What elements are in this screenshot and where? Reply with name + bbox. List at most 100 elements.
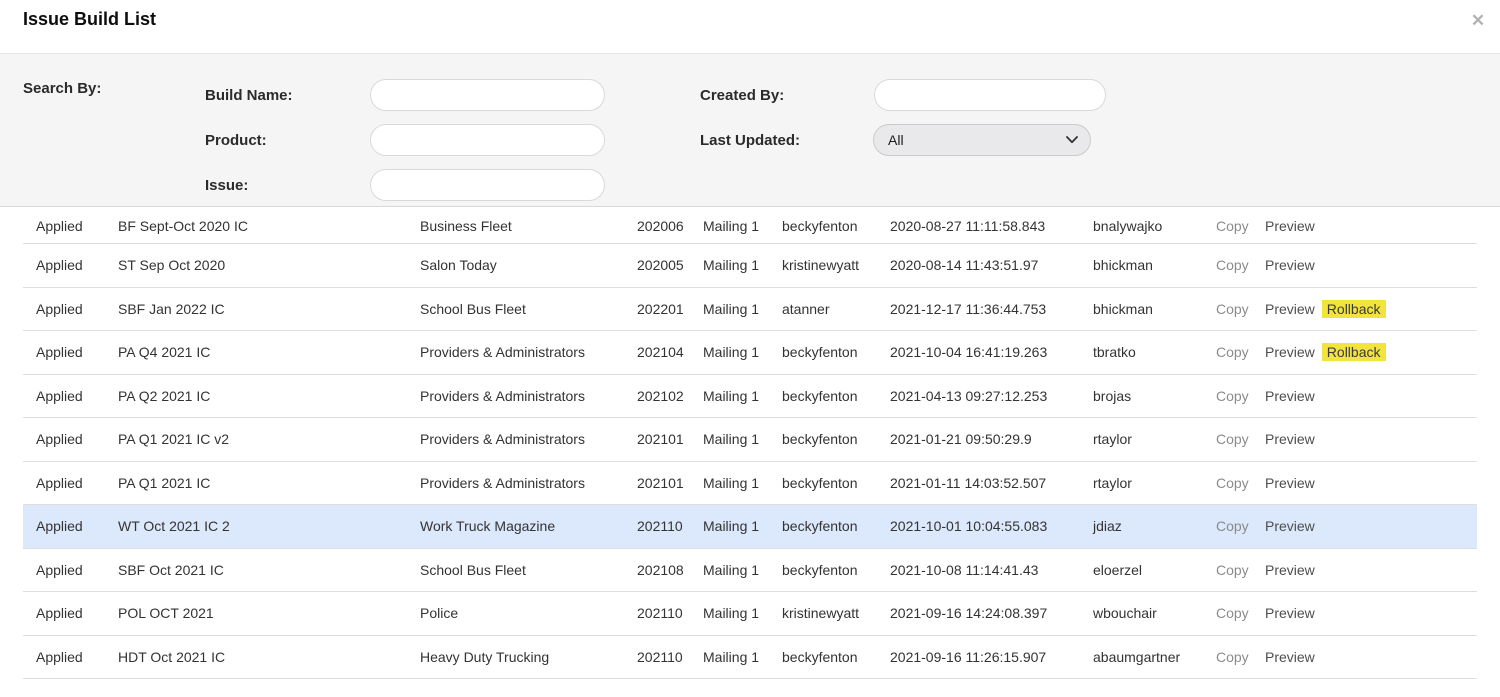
copy-link[interactable]: Copy (1216, 388, 1249, 404)
status-cell: Applied (36, 344, 83, 360)
preview-link[interactable]: Preview (1265, 562, 1315, 578)
preview-link[interactable]: Preview (1265, 301, 1315, 317)
close-icon[interactable]: ✕ (1466, 9, 1490, 33)
copy-link[interactable]: Copy (1216, 475, 1249, 491)
actions-cell: Preview (1265, 518, 1315, 534)
issue-input[interactable] (370, 169, 605, 201)
preview-link[interactable]: Preview (1265, 218, 1315, 234)
issue-cell: 202104 (637, 344, 684, 360)
build-name-cell: SBF Oct 2021 IC (118, 562, 224, 578)
status-cell: Applied (36, 475, 83, 491)
status-cell: Applied (36, 605, 83, 621)
copy-link[interactable]: Copy (1216, 344, 1249, 360)
table-row[interactable]: Applied SBF Oct 2021 IC School Bus Fleet… (23, 549, 1477, 593)
updated-by-cell: brojas (1093, 388, 1131, 404)
updated-by-cell: bhickman (1093, 301, 1153, 317)
copy-link[interactable]: Copy (1216, 431, 1249, 447)
mailing-cell: Mailing 1 (703, 218, 759, 234)
copy-link[interactable]: Copy (1216, 562, 1249, 578)
created-by-input[interactable] (874, 79, 1106, 111)
updated-by-cell: bhickman (1093, 257, 1153, 273)
table-row[interactable]: Applied PA Q1 2021 IC v2 Providers & Adm… (23, 418, 1477, 462)
table-row[interactable]: Applied PA Q2 2021 IC Providers & Admini… (23, 375, 1477, 419)
build-name-cell: PA Q4 2021 IC (118, 344, 210, 360)
product-cell: Providers & Administrators (420, 475, 585, 491)
issue-cell: 202110 (637, 605, 683, 621)
actions-cell: Preview (1265, 218, 1315, 234)
table-row[interactable]: Applied SBF Jan 2022 IC School Bus Fleet… (23, 288, 1477, 332)
preview-link[interactable]: Preview (1265, 475, 1315, 491)
table-row[interactable]: Applied WT Oct 2021 IC 2 Work Truck Maga… (23, 505, 1477, 549)
copy-link[interactable]: Copy (1216, 518, 1249, 534)
updated-by-cell: eloerzel (1093, 562, 1142, 578)
last-updated-cell: 2021-01-11 14:03:52.507 (890, 475, 1046, 491)
preview-link[interactable]: Preview (1265, 431, 1315, 447)
product-cell: Police (420, 605, 458, 621)
updated-by-cell: rtaylor (1093, 475, 1132, 491)
preview-link[interactable]: Preview (1265, 518, 1315, 534)
copy-link[interactable]: Copy (1216, 218, 1249, 234)
mailing-cell: Mailing 1 (703, 562, 759, 578)
table-row[interactable]: Applied PA Q4 2021 IC Providers & Admini… (23, 331, 1477, 375)
created-by-cell: kristinewyatt (782, 605, 859, 621)
product-cell: Providers & Administrators (420, 388, 585, 404)
status-cell: Applied (36, 431, 83, 447)
build-name-cell: PA Q1 2021 IC v2 (118, 431, 229, 447)
table-row[interactable]: Applied HDT Oct 2021 IC Heavy Duty Truck… (23, 636, 1477, 680)
product-cell: Providers & Administrators (420, 344, 585, 360)
build-table: Applied BF Sept-Oct 2020 IC Business Fle… (23, 208, 1477, 679)
last-updated-select[interactable]: All (873, 124, 1091, 156)
status-cell: Applied (36, 301, 83, 317)
product-cell: School Bus Fleet (420, 562, 526, 578)
table-row[interactable]: Applied POL OCT 2021 Police 202110 Maili… (23, 592, 1477, 636)
mailing-cell: Mailing 1 (703, 257, 759, 273)
issue-cell: 202101 (637, 475, 684, 491)
issue-cell: 202108 (637, 562, 684, 578)
copy-link[interactable]: Copy (1216, 301, 1249, 317)
rollback-link[interactable]: Rollback (1322, 343, 1386, 361)
issue-cell: 202005 (637, 257, 684, 273)
actions-cell: Preview (1265, 562, 1315, 578)
table-row[interactable]: Applied BF Sept-Oct 2020 IC Business Fle… (23, 208, 1477, 244)
mailing-cell: Mailing 1 (703, 344, 759, 360)
preview-link[interactable]: Preview (1265, 257, 1315, 273)
actions-cell: Preview (1265, 649, 1315, 665)
mailing-cell: Mailing 1 (703, 431, 759, 447)
issue-cell: 202101 (637, 431, 684, 447)
created-by-label: Created By: (700, 87, 784, 105)
last-updated-cell: 2021-09-16 14:24:08.397 (890, 605, 1047, 621)
status-cell: Applied (36, 218, 83, 234)
chevron-down-icon (1066, 136, 1078, 144)
created-by-cell: beckyfenton (782, 344, 858, 360)
preview-link[interactable]: Preview (1265, 605, 1315, 621)
created-by-cell: atanner (782, 301, 829, 317)
preview-link[interactable]: Preview (1265, 344, 1315, 360)
created-by-cell: beckyfenton (782, 562, 858, 578)
build-name-cell: ST Sep Oct 2020 (118, 257, 225, 273)
last-updated-cell: 2020-08-14 11:43:51.97 (890, 257, 1038, 273)
build-name-cell: SBF Jan 2022 IC (118, 301, 225, 317)
build-name-input[interactable] (370, 79, 605, 111)
updated-by-cell: bnalywajko (1093, 218, 1162, 234)
updated-by-cell: abaumgartner (1093, 649, 1180, 665)
table-row[interactable]: Applied PA Q1 2021 IC Providers & Admini… (23, 462, 1477, 506)
created-by-cell: beckyfenton (782, 518, 858, 534)
copy-link[interactable]: Copy (1216, 257, 1249, 273)
last-updated-cell: 2020-08-27 11:11:58.843 (890, 218, 1045, 234)
table-row[interactable]: Applied ST Sep Oct 2020 Salon Today 2020… (23, 244, 1477, 288)
last-updated-cell: 2021-10-01 10:04:55.083 (890, 518, 1047, 534)
copy-link[interactable]: Copy (1216, 649, 1249, 665)
status-cell: Applied (36, 649, 83, 665)
actions-cell: Preview (1265, 388, 1315, 404)
modal-header: Issue Build List ✕ (0, 0, 1500, 53)
mailing-cell: Mailing 1 (703, 605, 759, 621)
copy-link[interactable]: Copy (1216, 605, 1249, 621)
preview-link[interactable]: Preview (1265, 649, 1315, 665)
search-by-label: Search By: (23, 80, 101, 98)
actions-cell: Preview Rollback (1265, 343, 1386, 361)
rollback-link[interactable]: Rollback (1322, 300, 1386, 318)
product-cell: School Bus Fleet (420, 301, 526, 317)
last-updated-label: Last Updated: (700, 132, 800, 150)
preview-link[interactable]: Preview (1265, 388, 1315, 404)
product-input[interactable] (370, 124, 605, 156)
